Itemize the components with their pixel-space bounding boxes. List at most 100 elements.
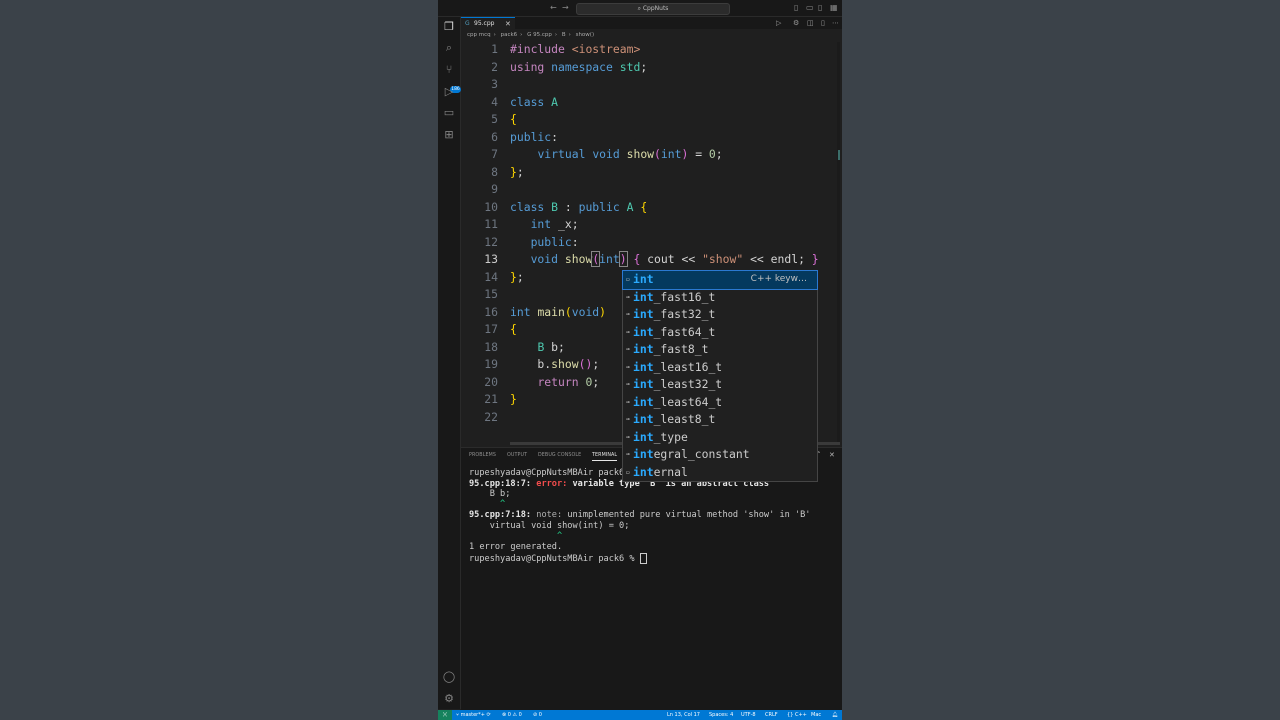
line-number: 18 [484,339,498,354]
language-mode[interactable]: {} C++ [787,710,807,720]
status-bar: ⟩⟨ ⑂ master*+ ⟳ ⊗ 0 ⚠ 0 ⊘ 0 Ln 13, Col 1… [438,710,842,720]
encoding[interactable]: UTF-8 [741,710,756,720]
toggle-sidebar-icon[interactable]: ▯ [794,3,798,13]
suggestion-item[interactable]: ⊸ int_fast32_t [623,306,817,324]
terminal-line: ^ [469,499,505,510]
line-number: 20 [484,374,498,389]
close-icon[interactable]: ✕ [505,19,511,29]
suggestion-item[interactable]: ⊸ int_least64_t [623,394,817,412]
cpp-file-icon: G [465,20,470,27]
platform[interactable]: Mac [811,710,821,720]
code-text: using namespace std; [510,59,648,74]
cursor-position[interactable]: Ln 13, Col 17 [667,710,700,720]
code-text: class A [510,94,559,109]
source-control-icon[interactable]: ⑂ [442,63,456,77]
tab-output[interactable]: OUTPUT [507,452,527,460]
tab-95-cpp[interactable]: G 95.cpp ✕ [461,17,515,29]
close-panel-icon[interactable]: ✕ [829,451,835,459]
split-editor-right-icon[interactable]: ▯ [821,18,825,28]
type-icon: ⊸ [626,416,630,423]
breadcrumb-item[interactable]: G 95.cpp [527,32,552,38]
command-center-search[interactable]: ⌕ CppNuts [576,3,730,15]
settings-gear-icon[interactable]: ⚙ [793,18,799,28]
remote-icon[interactable]: ⟩⟨ [438,710,452,720]
error-summary: 1 error generated. [469,542,563,552]
suggestion-item[interactable]: ▭ internal [623,464,817,482]
autocomplete-suggestions[interactable]: ▭ int C++ keyw… ⊸ int_fast16_t ⊸ int_fast32_… [622,270,818,482]
line-number: 12 [484,234,498,249]
account-icon[interactable]: ◯ [442,670,456,684]
ports-indicator[interactable]: ⊘ 0 [533,710,542,720]
manage-gear-icon[interactable]: ⚙ [442,692,456,706]
search-icon[interactable]: ⌕ [442,41,456,55]
run-icon[interactable]: ▷ [776,18,781,28]
more-actions-icon[interactable]: ⋯ [832,18,839,28]
code-text: int main(void) [510,304,607,319]
back-arrow-icon[interactable]: ← [550,3,557,13]
code-text: class B : public A { [510,199,648,214]
tab-problems[interactable]: PROBLEMS [469,452,496,460]
suggestion-item[interactable]: ⊸ int_fast16_t [623,289,817,307]
code-text: { [510,112,517,126]
suggestion-item[interactable]: ⊸ int_least8_t [623,411,817,429]
keyword-icon: ▭ [626,468,630,476]
split-editor-icon[interactable]: ◫ [807,18,814,28]
forward-arrow-icon[interactable]: → [562,3,569,13]
overview-marker [838,150,840,160]
code-text: int _x; [530,217,579,231]
tab-debug-console[interactable]: DEBUG CONSOLE [538,452,581,460]
overview-ruler[interactable] [837,42,840,442]
breadcrumb: cpp mcq › pack6 › G 95.cpp › B › show() [467,32,595,38]
suggestion-item[interactable]: ▭ int C++ keyw… [622,270,818,290]
code-text: virtual void show(int) = 0; [537,147,723,161]
suggestion-item[interactable]: ⊸ int_type [623,429,817,447]
line-number: 7 [491,147,498,161]
terminal-prompt: rupeshyadav@CppNutsMBAir pack6 % [469,554,640,564]
line-number: 13 [484,252,498,266]
breadcrumb-item[interactable]: pack6 [501,32,518,38]
indentation[interactable]: Spaces: 4 [709,710,733,720]
customize-layout-icon[interactable]: ▦ [830,3,838,13]
note-message: unimplemented pure virtual method 'show'… [567,510,811,520]
run-debug-icon[interactable]: ▷ [442,85,456,99]
toggle-panel-icon[interactable]: ▭ [806,3,814,13]
explorer-icon[interactable]: ❐ [442,20,456,34]
remote-explorer-icon[interactable]: ▭ [442,106,456,120]
code-text: b.show(); [510,357,600,371]
suggestion-item[interactable]: ⊸ int_fast8_t [623,341,817,359]
suggestion-item[interactable]: ⊸ integral_constant [623,446,817,464]
code-text: void show(int) { cout << "show" << endl;… [530,251,819,267]
type-icon: ⊸ [626,293,630,301]
title-bar: ← → ⌕ CppNuts ▯ ▭ ▯ ▦ [438,0,842,17]
type-icon: ⊸ [626,381,630,388]
notifications-bell-icon[interactable]: 🔔︎ [832,710,838,720]
problems-indicator[interactable]: ⊗ 0 ⚠ 0 [502,710,522,720]
toggle-secondary-sidebar-icon[interactable]: ▯ [818,3,822,13]
suggestion-item[interactable]: ⊸ int_least32_t [623,376,817,394]
branch-indicator[interactable]: ⑂ master*+ ⟳ [456,710,491,720]
tab-terminal[interactable]: TERMINAL [592,452,618,461]
suggestion-item[interactable]: ⊸ int_least16_t [623,359,817,377]
keyword-icon: ▭ [626,276,630,283]
line-number: 3 [491,77,498,91]
type-icon: ⊸ [626,363,630,371]
terminal-line: rupeshyadav@CppNutsMBAir pack6 % [469,553,647,564]
line-number: 4 [491,94,498,109]
terminal-line: 1 error generated. [469,542,562,553]
line-number: 22 [484,409,498,424]
code-text: { [510,322,517,336]
suggestion-detail: C++ keyw… [750,274,807,284]
end-of-line[interactable]: CRLF [765,710,778,720]
breadcrumb-item[interactable]: show() [576,32,595,38]
breadcrumb-item[interactable]: B [562,32,566,38]
type-icon: ⊸ [626,328,630,336]
suggestion-item[interactable]: ⊸ int_fast64_t [623,324,817,342]
note-caret: ^ [469,531,563,541]
extensions-icon[interactable]: ⊞ [442,128,456,142]
line-number: 14 [484,269,498,284]
breadcrumb-item[interactable]: cpp mcq [467,32,491,38]
terminal-cursor [639,553,647,564]
line-number: 16 [484,304,498,319]
code-text: }; [510,269,524,284]
line-number: 2 [491,59,498,74]
